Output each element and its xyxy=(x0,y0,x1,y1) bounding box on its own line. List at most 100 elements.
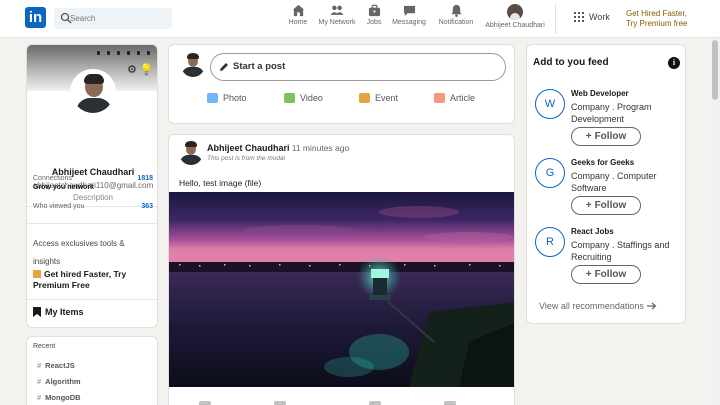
video-label: Video xyxy=(300,93,323,103)
nav-my-network[interactable]: My Network xyxy=(317,4,357,34)
follow-button[interactable]: + Follow xyxy=(571,196,641,215)
start-post-button[interactable]: Start a post xyxy=(210,53,506,81)
post-actions xyxy=(169,397,514,405)
recent-tag[interactable]: # ReactJS xyxy=(37,361,75,370)
send-icon[interactable] xyxy=(444,401,456,405)
hashtag-icon: # xyxy=(37,393,42,402)
page-scrollbar[interactable] xyxy=(710,38,720,405)
profile-divider-mid xyxy=(27,223,157,224)
recommendation-avatar[interactable]: G xyxy=(535,158,565,188)
nav-jobs[interactable]: Jobs xyxy=(365,4,383,34)
nav-messaging[interactable]: Messaging xyxy=(391,4,427,34)
premium-link[interactable]: Get hired Faster, Try Premium Free xyxy=(33,269,157,291)
post-author-avatar[interactable] xyxy=(179,141,203,165)
event-label: Event xyxy=(375,93,399,103)
nav-notification[interactable]: Notification xyxy=(437,4,475,34)
start-post-label: Start a post xyxy=(233,61,286,72)
profile-divider-bottom xyxy=(27,299,157,300)
photo-label: Photo xyxy=(223,93,247,103)
grid-icon xyxy=(574,12,584,22)
nav-me[interactable]: Abhijeet Chaudhari xyxy=(484,4,546,34)
recommendation-name[interactable]: Geeks for Geeks xyxy=(571,158,634,167)
follow-button[interactable]: + Follow xyxy=(571,265,641,284)
premium-promo-line2: Try Premium free xyxy=(626,19,688,28)
recent-tag[interactable]: # Algorithm xyxy=(37,377,81,386)
lightbulb-icon: ⚙ 💡 xyxy=(127,64,154,76)
nav-notification-label: Notification xyxy=(438,19,474,26)
photo-button[interactable]: Photo xyxy=(207,93,247,103)
access-tools-text: Access exclusives tools & insights xyxy=(33,239,125,266)
like-icon[interactable] xyxy=(199,401,211,405)
profile-card: ⚙ 💡 Abhijeet Chaudhari abhijeetchaudhari… xyxy=(26,44,158,328)
view-all-label: View all recommendations xyxy=(539,301,644,311)
hashtag-icon: # xyxy=(37,377,42,386)
plus-icon: + xyxy=(585,131,592,142)
follow-button[interactable]: + Follow xyxy=(571,127,641,146)
hashtag-icon: # xyxy=(37,361,42,370)
event-button[interactable]: Event xyxy=(359,93,398,103)
scrollbar-thumb[interactable] xyxy=(712,40,718,100)
recommendation-item: W Web Developer Company . Program Develo… xyxy=(535,89,685,153)
connections-label: Connections xyxy=(33,175,72,182)
connections-count: 1818 xyxy=(137,175,153,182)
night-harbor-photo xyxy=(169,192,514,387)
bell-icon xyxy=(450,4,462,17)
briefcase-icon xyxy=(368,4,380,17)
recommendation-desc: Company . Program Development xyxy=(571,102,652,124)
nav-me-label: Abhijeet Chaudhari xyxy=(485,22,545,29)
nav-divider xyxy=(555,4,556,34)
profile-description: Description xyxy=(72,193,113,202)
nav-home[interactable]: Home xyxy=(287,4,309,34)
info-icon[interactable]: i xyxy=(668,57,680,69)
top-navbar: in Home My Network Jobs Messaging Notifi… xyxy=(0,0,720,38)
view-all-recommendations-link[interactable]: View all recommendations xyxy=(539,301,657,311)
search-box[interactable] xyxy=(54,8,172,29)
banner-bulbs xyxy=(97,51,157,61)
post-text: Hello, test image (file) xyxy=(179,178,262,188)
article-icon xyxy=(434,93,445,103)
recommendation-name[interactable]: Web Developer xyxy=(571,89,629,98)
start-post-card: Start a post Photo Video Event Article xyxy=(168,44,515,124)
recommendation-avatar[interactable]: W xyxy=(535,89,565,119)
recent-tag[interactable]: # MongoDB xyxy=(37,393,81,402)
recommendation-item: R React Jobs Company . Staffings and Rec… xyxy=(535,227,685,291)
premium-promo-link[interactable]: Get Hired Faster, Try Premium free xyxy=(626,9,688,29)
my-items-link[interactable]: My Items xyxy=(33,307,84,317)
viewed-count: 363 xyxy=(141,203,153,210)
arrow-right-icon xyxy=(646,302,657,310)
pencil-icon xyxy=(220,63,228,71)
nav-work[interactable]: Work xyxy=(574,12,610,22)
post-image[interactable] xyxy=(169,192,514,387)
linkedin-logo[interactable]: in xyxy=(25,7,46,28)
photo-icon xyxy=(207,93,218,103)
recommendation-name[interactable]: React Jobs xyxy=(571,227,614,236)
recommendation-desc: Company . Staffings and Recruiting xyxy=(571,240,670,262)
nav-jobs-label: Jobs xyxy=(366,19,382,26)
plus-icon: + xyxy=(585,200,592,211)
bookmark-icon xyxy=(33,307,41,317)
start-post-actions: Photo Video Event Article xyxy=(169,91,514,111)
nav-my-network-label: My Network xyxy=(318,19,356,26)
feed-post: Abhijeet Chaudhari . 11 minutes ago This… xyxy=(168,134,515,405)
search-input[interactable] xyxy=(70,8,170,29)
nav-home-label: Home xyxy=(288,19,308,26)
post-subtitle: This post is from the modal xyxy=(207,155,286,162)
video-icon xyxy=(284,93,295,103)
video-button[interactable]: Video xyxy=(284,93,323,103)
viewed-row[interactable]: Who viewed you 363 xyxy=(33,203,153,210)
post-author-name[interactable]: Abhijeet Chaudhari xyxy=(207,143,290,153)
plus-icon: + xyxy=(585,269,592,280)
share-icon[interactable] xyxy=(369,401,381,405)
comment-icon[interactable] xyxy=(274,401,286,405)
premium-icon xyxy=(33,270,41,278)
start-post-avatar xyxy=(181,53,205,77)
nav-messaging-label: Messaging xyxy=(392,19,426,26)
article-button[interactable]: Article xyxy=(434,93,475,103)
profile-avatar[interactable] xyxy=(70,69,116,115)
article-label: Article xyxy=(450,93,476,103)
connections-row[interactable]: Connections Grow you network 1818 xyxy=(33,175,153,191)
recommendation-avatar[interactable]: R xyxy=(535,227,565,257)
add-to-feed-card: Add to you feed i W Web Developer Compan… xyxy=(526,44,686,324)
post-timestamp: . 11 minutes ago xyxy=(287,143,350,153)
network-icon xyxy=(330,5,344,15)
